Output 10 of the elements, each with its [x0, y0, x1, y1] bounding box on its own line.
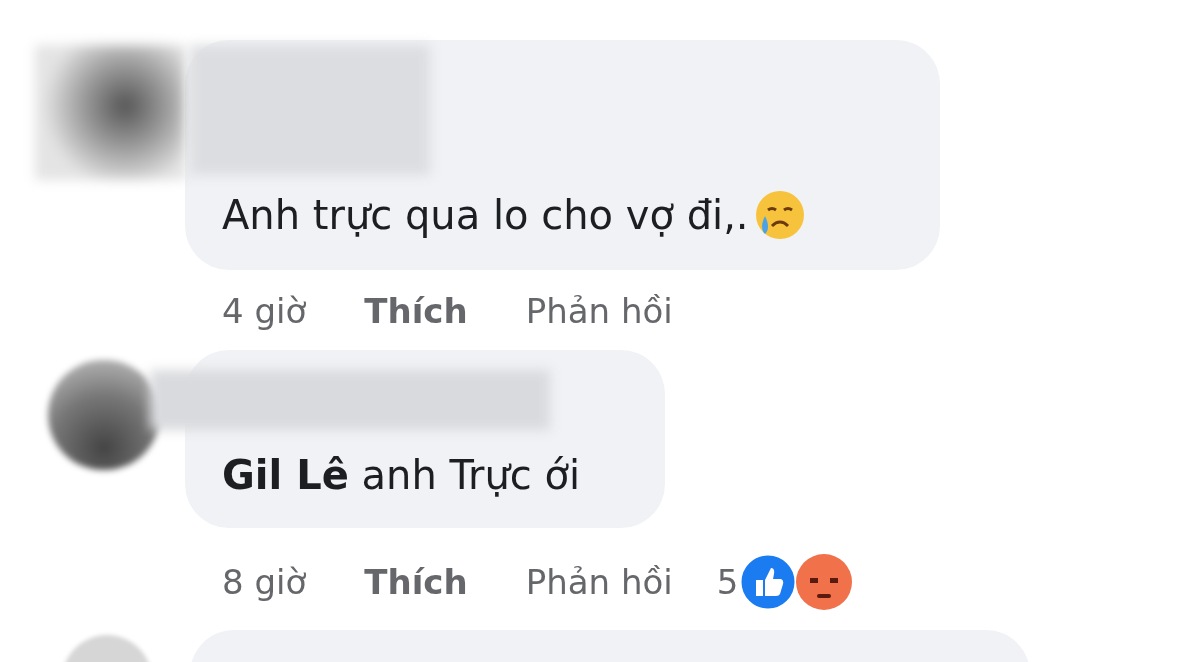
angry-face-icon	[794, 552, 855, 612]
comment-text: Anh trực qua lo cho vợ đi,.	[222, 185, 807, 245]
comment-time[interactable]: 4 giờ	[222, 286, 307, 337]
comment-text: Gil Lê anh Trực ới	[222, 451, 581, 500]
reply-link[interactable]: Phản hồi	[525, 556, 673, 608]
like-link[interactable]: Thích	[364, 556, 468, 608]
like-link[interactable]: Thích	[364, 286, 468, 337]
reaction-count[interactable]: 5	[716, 556, 739, 608]
reply-link[interactable]: Phản hồi	[525, 286, 673, 337]
comment-time[interactable]: 8 giờ	[222, 556, 307, 608]
